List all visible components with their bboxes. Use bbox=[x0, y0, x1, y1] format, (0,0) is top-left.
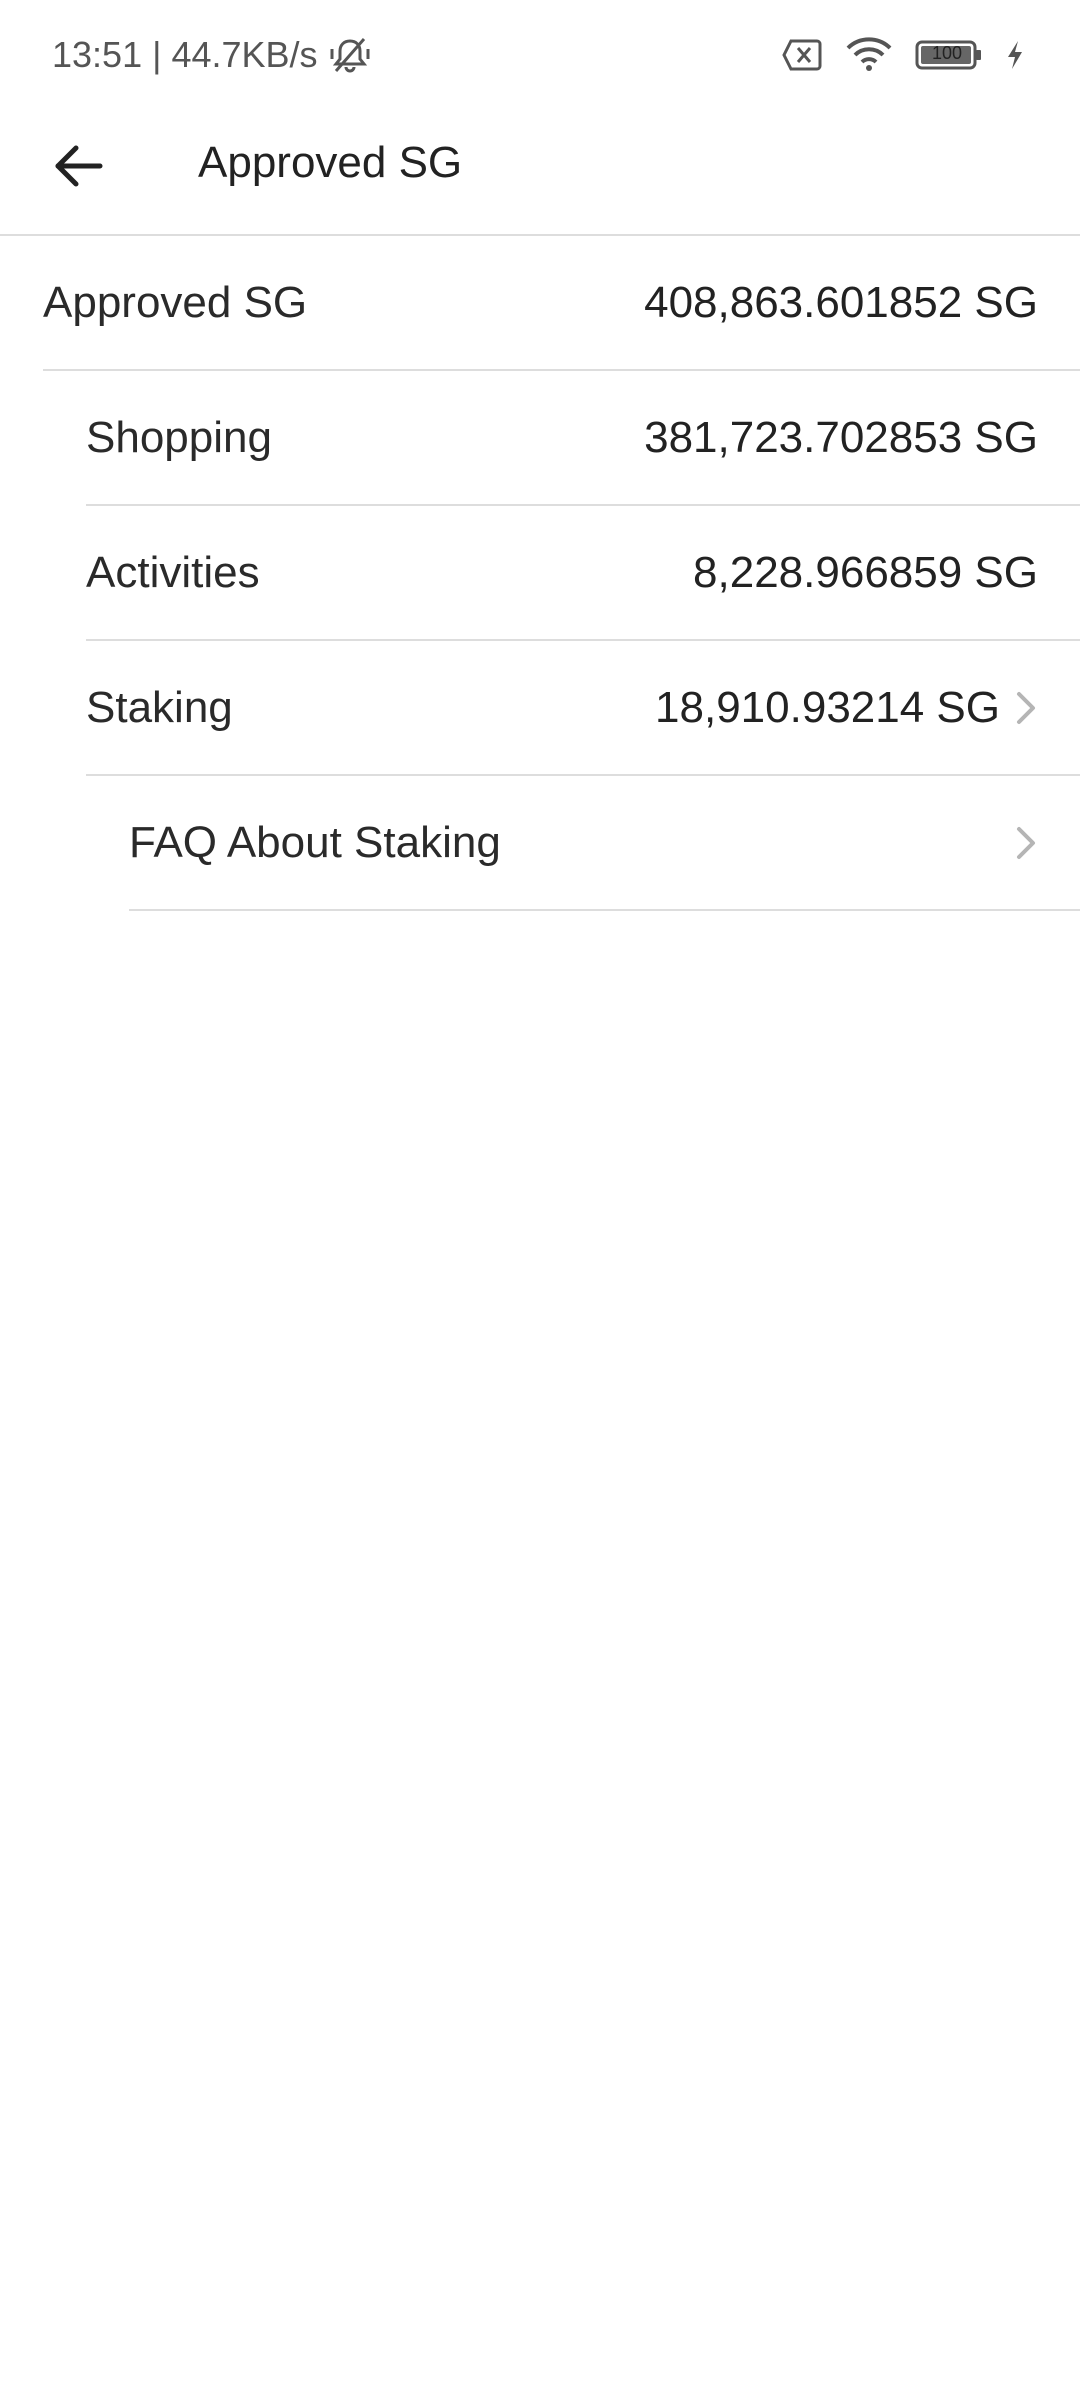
status-bar: 13:51 | 44.7KB/s 100 bbox=[0, 0, 1080, 110]
row-value: 381,723.702853 SG bbox=[644, 412, 1038, 462]
chevron-right-icon bbox=[1014, 688, 1038, 728]
wifi-icon bbox=[845, 37, 893, 73]
row-label: Shopping bbox=[86, 412, 272, 462]
status-speed: 44.7KB/s bbox=[171, 34, 318, 75]
row-label: FAQ About Staking bbox=[129, 817, 501, 867]
arrow-left-icon bbox=[52, 144, 104, 193]
app-bar: Approved SG bbox=[0, 110, 1080, 236]
row-label: Staking bbox=[86, 682, 233, 732]
status-left: 13:51 | 44.7KB/s bbox=[52, 34, 372, 76]
row-shopping: Shopping 381,723.702853 SG bbox=[86, 371, 1080, 506]
battery-icon: 100 bbox=[915, 39, 983, 71]
page-title: Approved SG bbox=[198, 138, 463, 187]
charging-icon bbox=[1005, 39, 1025, 71]
row-value: 408,863.601852 SG bbox=[644, 277, 1038, 327]
row-approved-sg: Approved SG 408,863.601852 SG bbox=[43, 236, 1080, 371]
status-time: 13:51 bbox=[52, 34, 143, 75]
status-right: 100 bbox=[781, 37, 1025, 73]
row-activities: Activities 8,228.966859 SG bbox=[86, 506, 1080, 641]
row-label: Activities bbox=[86, 547, 260, 597]
row-value: 18,910.93214 SG bbox=[655, 682, 1000, 732]
sim-none-icon bbox=[781, 38, 823, 72]
row-value: 8,228.966859 SG bbox=[693, 547, 1038, 597]
battery-level: 100 bbox=[931, 43, 963, 63]
row-faq-staking[interactable]: FAQ About Staking bbox=[129, 776, 1080, 911]
row-label: Approved SG bbox=[43, 277, 308, 327]
chevron-right-icon bbox=[1014, 823, 1038, 863]
status-separator: | bbox=[152, 34, 162, 75]
back-button[interactable] bbox=[42, 132, 114, 204]
bell-off-icon bbox=[328, 35, 372, 75]
approved-sg-list: Approved SG 408,863.601852 SG Shopping 3… bbox=[0, 236, 1080, 911]
row-staking[interactable]: Staking 18,910.93214 SG bbox=[86, 641, 1080, 776]
